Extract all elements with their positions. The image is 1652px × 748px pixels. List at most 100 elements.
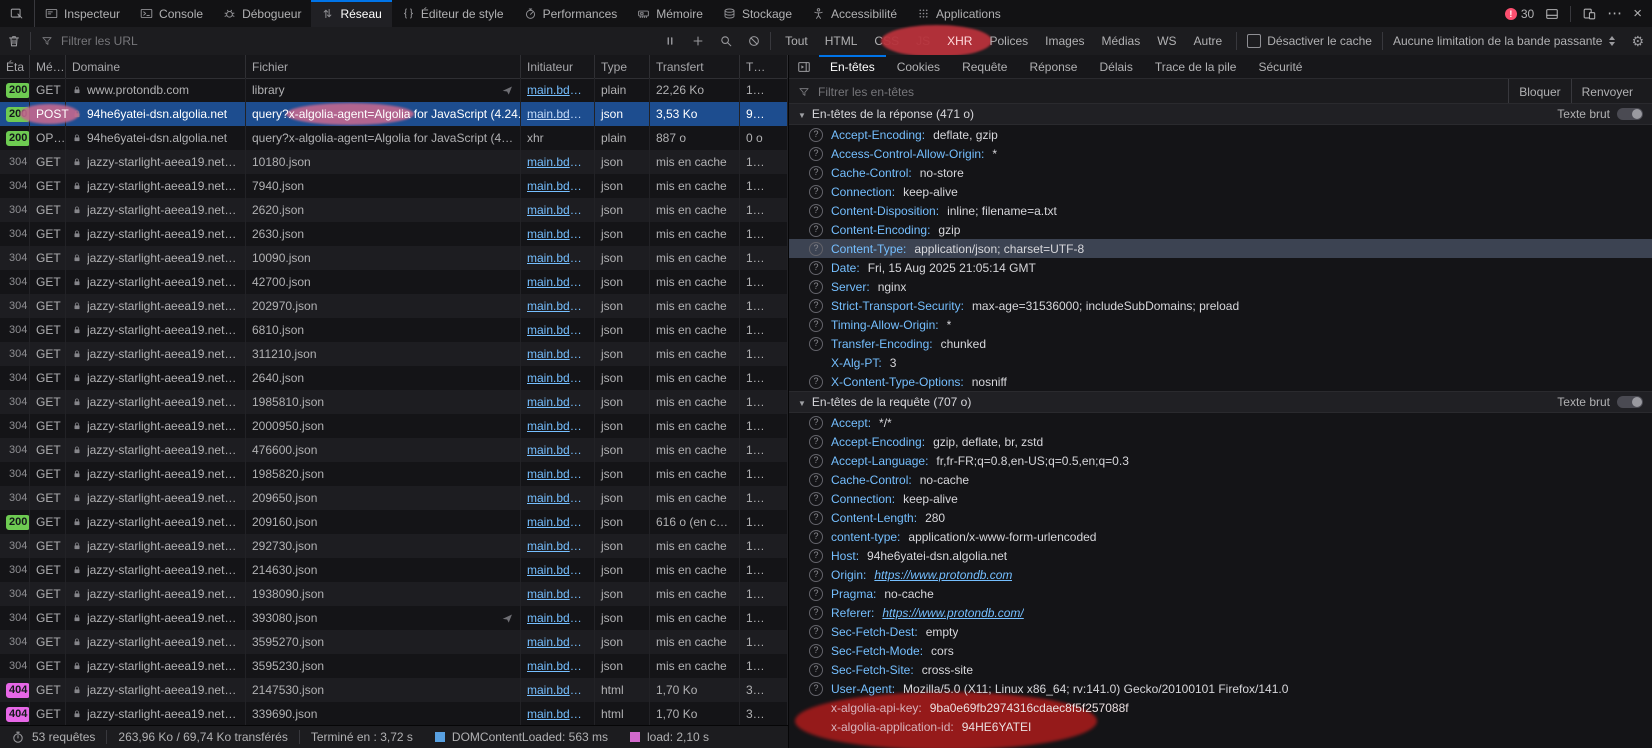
- request-row[interactable]: 200 GET jazzy-starlight-aeea19.netli… 20…: [0, 510, 788, 534]
- initiator-link[interactable]: main.bd4b6d75.j…: [527, 203, 588, 217]
- request-row[interactable]: 304 GET jazzy-starlight-aeea19.netli… 19…: [0, 462, 788, 486]
- column-header[interactable]: Type: [595, 55, 650, 78]
- initiator-link[interactable]: main.bd4b6d75.j…: [527, 251, 588, 265]
- question-icon[interactable]: [809, 568, 823, 582]
- initiator-link[interactable]: main.bd4b6d75.j…: [527, 707, 588, 721]
- header-row[interactable]: User-Agent Mozilla/5.0 (X11; Linux x86_6…: [789, 679, 1652, 698]
- request-row[interactable]: 304 GET jazzy-starlight-aeea19.netli… 68…: [0, 318, 788, 342]
- request-row[interactable]: 304 GET jazzy-starlight-aeea19.netli… 19…: [0, 390, 788, 414]
- initiator-link[interactable]: main.bd4b6d75.j…: [527, 683, 588, 697]
- initiator-link[interactable]: main.bd4b6d75.j…: [527, 491, 588, 505]
- column-header[interactable]: Transfert: [650, 55, 740, 78]
- question-icon[interactable]: [809, 625, 823, 639]
- request-row[interactable]: 304 GET jazzy-starlight-aeea19.netli… 20…: [0, 486, 788, 510]
- initiator-link[interactable]: main.bd4b6d75.j…: [527, 419, 588, 433]
- details-tab[interactable]: Sécurité: [1247, 55, 1313, 78]
- question-icon[interactable]: [809, 242, 823, 256]
- raw-toggle-switch[interactable]: [1617, 396, 1643, 408]
- request-row[interactable]: 304 GET jazzy-starlight-aeea19.netli… 26…: [0, 366, 788, 390]
- request-row[interactable]: 304 GET jazzy-starlight-aeea19.netli… 42…: [0, 270, 788, 294]
- request-row[interactable]: 200 GET www.protondb.com library main.: [0, 78, 788, 102]
- initiator-link[interactable]: main.bd4b6d75.j…: [527, 539, 588, 553]
- header-row[interactable]: Access-Control-Allow-Origin *: [789, 144, 1652, 163]
- initiator-link[interactable]: main.bd4b6d75.j…: [527, 515, 588, 529]
- details-tab[interactable]: Trace de la pile: [1144, 55, 1248, 78]
- request-row[interactable]: 304 GET jazzy-starlight-aeea19.netli… 29…: [0, 534, 788, 558]
- question-icon[interactable]: [809, 511, 823, 525]
- tool-tab[interactable]: Réseau: [311, 0, 391, 27]
- initiator-link[interactable]: main.bd4b6d75.j…: [527, 227, 588, 241]
- network-settings-gear-icon[interactable]: ⚙: [1623, 33, 1652, 50]
- request-row[interactable]: 304 GET jazzy-starlight-aeea19.netli… 19…: [0, 582, 788, 606]
- request-row[interactable]: 200 POST 94he6yatei-dsn.algolia.net quer…: [0, 102, 788, 126]
- header-row[interactable]: Content-Encoding gzip: [789, 220, 1652, 239]
- question-icon[interactable]: [809, 492, 823, 506]
- header-row[interactable]: Date Fri, 15 Aug 2025 21:05:14 GMT: [789, 258, 1652, 277]
- initiator-link[interactable]: main.bd4b6d75.j…: [527, 443, 588, 457]
- tool-tab[interactable]: Débogueur: [213, 0, 311, 27]
- initiator-link[interactable]: main.bd4b6d75.j…: [527, 179, 588, 193]
- header-row[interactable]: Pragma no-cache: [789, 584, 1652, 603]
- question-icon[interactable]: [809, 204, 823, 218]
- request-row[interactable]: 304 GET jazzy-starlight-aeea19.netli… 35…: [0, 654, 788, 678]
- header-row[interactable]: Sec-Fetch-Mode cors: [789, 641, 1652, 660]
- initiator-link[interactable]: main.bd4b6d75.j…: [527, 155, 588, 169]
- tool-tab[interactable]: Accessibilité: [802, 0, 907, 27]
- initiator-link[interactable]: main.bd4b6d75.j…: [527, 587, 588, 601]
- throttling-select[interactable]: Aucune limitation de la bande passante: [1385, 34, 1623, 48]
- type-filter-button[interactable]: Autre: [1186, 32, 1231, 50]
- request-row[interactable]: 304 GET jazzy-starlight-aeea19.netli… 10…: [0, 150, 788, 174]
- header-row[interactable]: Content-Length 280: [789, 508, 1652, 527]
- header-row[interactable]: Content-Type application/json; charset=U…: [789, 239, 1652, 258]
- request-row[interactable]: 404 GET jazzy-starlight-aeea19.netli… 21…: [0, 678, 788, 702]
- initiator-link[interactable]: main.bd4b6d75.j…: [527, 347, 588, 361]
- question-icon[interactable]: [809, 435, 823, 449]
- header-row[interactable]: Accept */*: [789, 413, 1652, 432]
- split-console-icon[interactable]: [1545, 7, 1559, 21]
- type-filter-button[interactable]: Polices: [981, 32, 1036, 50]
- question-icon[interactable]: [809, 261, 823, 275]
- header-row[interactable]: Sec-Fetch-Site cross-site: [789, 660, 1652, 679]
- block-button[interactable]: Bloquer: [1508, 79, 1570, 104]
- tool-tab[interactable]: Console: [130, 0, 213, 27]
- responsive-design-icon[interactable]: [1582, 7, 1596, 21]
- header-row[interactable]: Cache-Control no-cache: [789, 470, 1652, 489]
- request-row[interactable]: 304 GET jazzy-starlight-aeea19.netli… 35…: [0, 630, 788, 654]
- initiator-link[interactable]: main.bd4b6d75.j…: [527, 659, 588, 673]
- resend-button[interactable]: Renvoyer: [1571, 79, 1643, 104]
- type-filter-button[interactable]: Images: [1037, 32, 1092, 50]
- header-row[interactable]: Timing-Allow-Origin *: [789, 315, 1652, 334]
- request-row[interactable]: 200 OP… 94he6yatei-dsn.algolia.net query…: [0, 126, 788, 150]
- disable-cache-option[interactable]: Désactiver le cache: [1239, 34, 1380, 48]
- initiator-link[interactable]: main.bd4b6d75.j…: [527, 107, 588, 121]
- initiator-link[interactable]: main.bd4b6d75.j…: [527, 635, 588, 649]
- initiator-link[interactable]: main.bd4b6d75.j…: [527, 611, 588, 625]
- header-row[interactable]: Sec-Fetch-Dest empty: [789, 622, 1652, 641]
- initiator-link[interactable]: main.bd4b6d75.j…: [527, 323, 588, 337]
- header-row[interactable]: Host 94he6yatei-dsn.algolia.net: [789, 546, 1652, 565]
- header-row[interactable]: Accept-Language fr,fr-FR;q=0.8,en-US;q=0…: [789, 451, 1652, 470]
- new-request-button[interactable]: [684, 27, 712, 55]
- column-header[interactable]: Fichier: [246, 55, 521, 78]
- column-header[interactable]: Mé…: [30, 55, 66, 78]
- header-row[interactable]: Content-Disposition inline; filename=a.t…: [789, 201, 1652, 220]
- tool-tab[interactable]: Performances: [514, 0, 628, 27]
- initiator-link[interactable]: main.bd4b6d75.j…: [527, 563, 588, 577]
- block-request-button[interactable]: [740, 27, 768, 55]
- details-tab[interactable]: Réponse: [1018, 55, 1088, 78]
- column-header[interactable]: Domaine: [66, 55, 246, 78]
- type-filter-button[interactable]: Tout: [777, 32, 816, 50]
- header-row[interactable]: Accept-Encoding deflate, gzip: [789, 125, 1652, 144]
- column-header[interactable]: Éta: [0, 55, 30, 78]
- question-icon[interactable]: [809, 587, 823, 601]
- request-row[interactable]: 304 GET jazzy-starlight-aeea19.netli… 31…: [0, 342, 788, 366]
- question-icon[interactable]: [809, 223, 823, 237]
- type-filter-button[interactable]: HTML: [817, 32, 866, 50]
- request-headers-section-header[interactable]: En-têtes de la requête (707 o) Texte bru…: [789, 391, 1652, 413]
- pause-recording-button[interactable]: [656, 27, 684, 55]
- clear-requests-button[interactable]: [0, 27, 28, 55]
- header-row[interactable]: content-type application/x-www-form-urle…: [789, 527, 1652, 546]
- question-icon[interactable]: [809, 473, 823, 487]
- question-icon[interactable]: [809, 128, 823, 142]
- initiator-link[interactable]: main.bd4b6d75.j…: [527, 83, 588, 97]
